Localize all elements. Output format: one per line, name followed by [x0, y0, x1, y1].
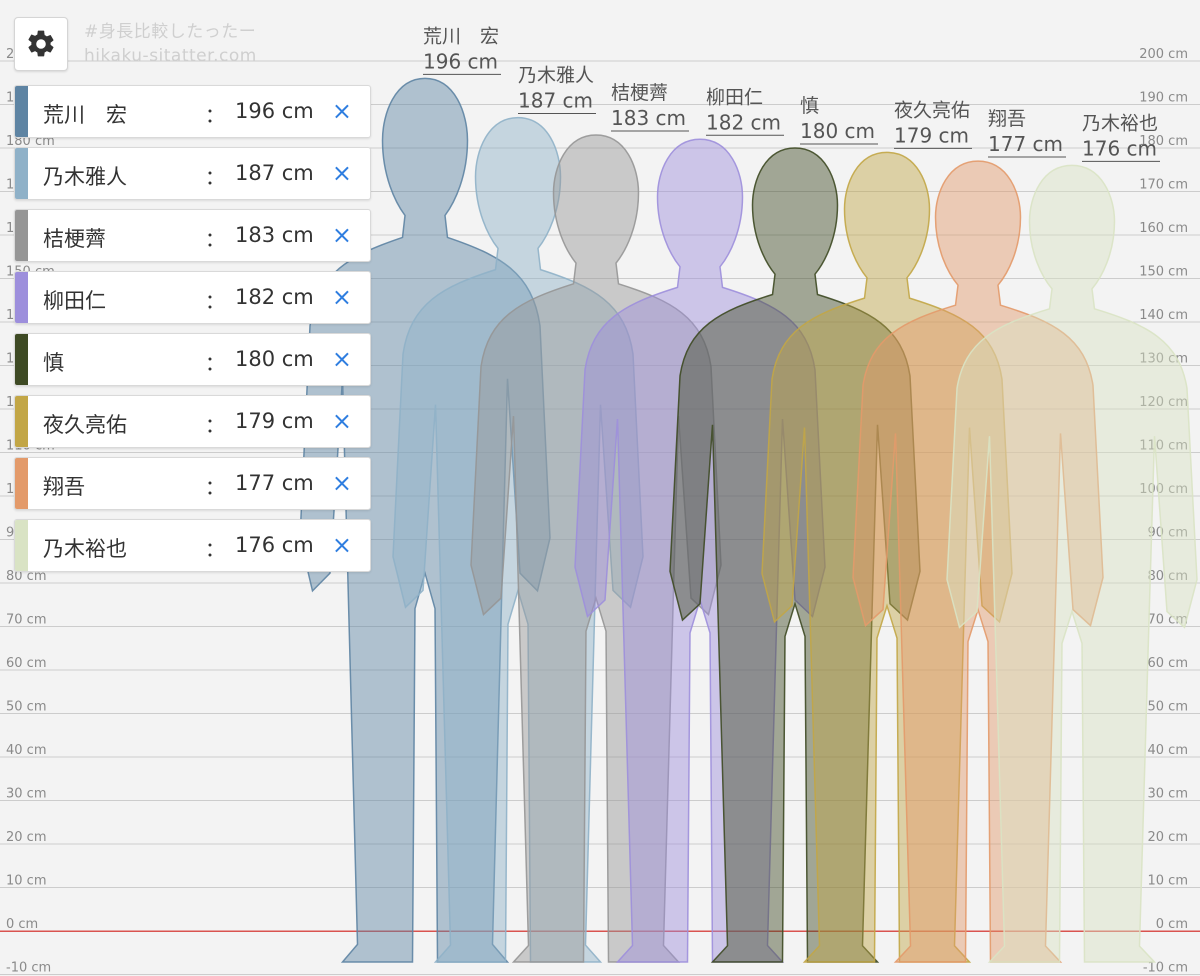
tick-label-left: 30 cm [6, 787, 47, 802]
remove-person-button[interactable]: × [332, 531, 352, 559]
person-name: 翔吾 [43, 475, 85, 499]
figure-name-label: 夜久亮佑 [894, 99, 970, 121]
person-name: 夜久亮佑 [43, 413, 127, 437]
legend-separator: ： [205, 537, 225, 561]
legend-row: 慎 ： 180 cm × [14, 333, 371, 386]
tick-label-right: 160 cm [1139, 221, 1188, 236]
person-name: 荒川 宏 [43, 103, 127, 127]
person-name: 乃木裕也 [43, 537, 127, 561]
watermark-url: hikaku-sitatter.com [84, 46, 257, 66]
person-name: 柳田仁 [43, 289, 106, 313]
figure-name-label: 慎 [800, 95, 819, 117]
remove-person-button[interactable]: × [332, 407, 352, 435]
figure-height-label: 180 cm [800, 119, 875, 143]
tick-label-right: 170 cm [1139, 178, 1188, 193]
color-swatch [15, 148, 28, 199]
color-swatch [15, 272, 28, 323]
person-name: 乃木雅人 [43, 165, 127, 189]
color-swatch [15, 210, 28, 261]
figure-height-label: 187 cm [518, 89, 593, 113]
tick-label-left: 60 cm [6, 656, 47, 671]
legend-row: 桔梗薺 ： 183 cm × [14, 209, 371, 262]
tick-label-right: 0 cm [1156, 917, 1188, 932]
tick-label-right: 50 cm [1148, 700, 1189, 715]
site-watermark: #身長比較したったー hikaku-sitatter.com [84, 20, 257, 68]
tick-label-left: 0 cm [6, 917, 38, 932]
legend-row: 乃木雅人 ： 187 cm × [14, 147, 371, 200]
settings-button[interactable] [14, 17, 68, 71]
legend-row: 翔吾 ： 177 cm × [14, 457, 371, 510]
legend-separator: ： [205, 165, 225, 189]
figure-height-label: 177 cm [988, 132, 1063, 156]
person-name: 桔梗薺 [43, 227, 106, 251]
legend-separator: ： [205, 413, 225, 437]
legend-separator: ： [205, 103, 225, 127]
watermark-hashtag: #身長比較したったー [84, 22, 257, 42]
figure-height-label: 176 cm [1082, 136, 1157, 160]
tick-label-left: -10 cm [6, 961, 51, 976]
legend-separator: ： [205, 475, 225, 499]
tick-label-right: 150 cm [1139, 265, 1188, 280]
remove-person-button[interactable]: × [332, 283, 352, 311]
person-height: 196 cm [235, 99, 314, 123]
figure-height-label: 179 cm [894, 123, 969, 147]
tick-label-right: 10 cm [1148, 874, 1189, 889]
person-height: 179 cm [235, 409, 314, 433]
legend-row: 夜久亮佑 ： 179 cm × [14, 395, 371, 448]
person-height: 176 cm [235, 533, 314, 557]
remove-person-button[interactable]: × [332, 159, 352, 187]
remove-person-button[interactable]: × [332, 221, 352, 249]
color-swatch [15, 396, 28, 447]
legend-separator: ： [205, 227, 225, 251]
figure-height-label: 183 cm [611, 106, 686, 130]
person-height: 177 cm [235, 471, 314, 495]
tick-label-left: 10 cm [6, 874, 47, 889]
legend-row: 乃木裕也 ： 176 cm × [14, 519, 371, 572]
legend-row: 柳田仁 ： 182 cm × [14, 271, 371, 324]
figure-name-label: 翔吾 [988, 108, 1026, 130]
figure-name-label: 柳田仁 [706, 86, 763, 108]
figure-name-label: 乃木裕也 [1082, 112, 1158, 134]
figure-height-label: 182 cm [706, 110, 781, 134]
person-height: 180 cm [235, 347, 314, 371]
figure-height-label: 196 cm [423, 49, 498, 73]
tick-label-right: 200 cm [1139, 47, 1188, 62]
figure-name-label: 荒川 宏 [423, 25, 499, 47]
tick-label-left: 50 cm [6, 700, 47, 715]
tick-label-right: 140 cm [1139, 308, 1188, 323]
color-swatch [15, 86, 28, 137]
tick-label-left: 70 cm [6, 613, 47, 628]
tick-label-left: 40 cm [6, 743, 47, 758]
color-swatch [15, 334, 28, 385]
tick-label-left: 20 cm [6, 830, 47, 845]
silhouette-group [299, 77, 1198, 963]
tick-label-right: 190 cm [1139, 91, 1188, 106]
legend-separator: ： [205, 289, 225, 313]
remove-person-button[interactable]: × [332, 97, 352, 125]
figure-name-label: 乃木雅人 [518, 65, 594, 87]
legend-row: 荒川 宏 ： 196 cm × [14, 85, 371, 138]
gear-icon [28, 30, 54, 57]
color-swatch [15, 520, 28, 571]
figure-name-label: 桔梗薺 [611, 82, 668, 104]
person-height: 187 cm [235, 161, 314, 185]
remove-person-button[interactable]: × [332, 469, 352, 497]
color-swatch [15, 458, 28, 509]
person-name: 慎 [43, 351, 64, 375]
tick-label-right: 60 cm [1148, 656, 1189, 671]
height-legend: 荒川 宏 ： 196 cm × 乃木雅人 ： 187 cm × 桔梗薺 ： 18… [14, 85, 371, 581]
tick-label-right: 20 cm [1148, 830, 1189, 845]
legend-separator: ： [205, 351, 225, 375]
person-height: 183 cm [235, 223, 314, 247]
person-height: 182 cm [235, 285, 314, 309]
tick-label-right: 40 cm [1148, 743, 1189, 758]
tick-label-right: 30 cm [1148, 787, 1189, 802]
remove-person-button[interactable]: × [332, 345, 352, 373]
